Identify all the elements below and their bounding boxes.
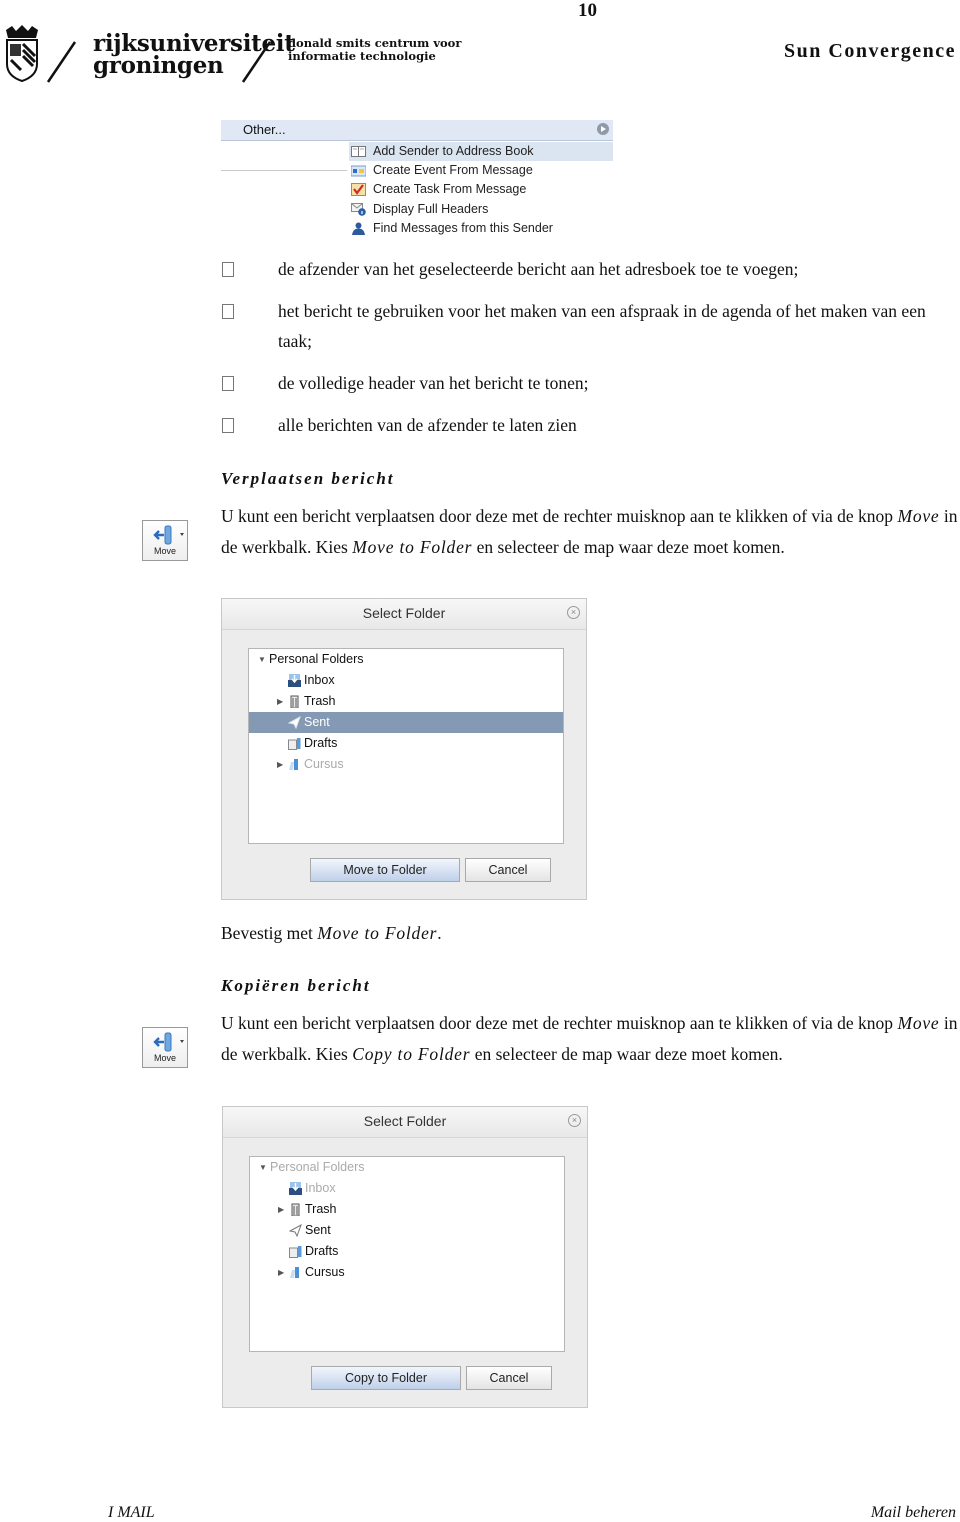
context-menu-screenshot: Other... Add Sender to Address Book Crea… xyxy=(221,120,613,242)
logo-university-name: rijksuniversiteit groningen xyxy=(93,30,295,79)
select-folder-dialog-move: Select Folder × ▼ Personal Folders Inbox… xyxy=(221,598,587,900)
tree-item-cursus[interactable]: ▶ Cursus xyxy=(249,754,563,775)
folder-tree: ▼ Personal Folders Inbox ▶ Trash Sent Dr… xyxy=(248,648,564,844)
folder-icon xyxy=(289,759,298,770)
trash-icon xyxy=(291,1203,300,1216)
sent-icon xyxy=(289,1224,302,1237)
expanded-triangle-icon: ▼ xyxy=(259,1163,267,1172)
tree-item-drafts[interactable]: Drafts xyxy=(249,733,563,754)
page-number: 10 xyxy=(578,0,597,21)
tree-item-inbox[interactable]: Inbox xyxy=(250,1178,564,1199)
cancel-button[interactable]: Cancel xyxy=(465,858,551,882)
menu-item-other[interactable]: Other... xyxy=(221,120,613,141)
section-title-move: Verplaatsen bericht xyxy=(221,469,395,488)
footer-chapter: I MAIL xyxy=(108,1504,155,1521)
close-icon[interactable]: × xyxy=(567,606,580,619)
slash-divider-icon xyxy=(46,41,77,83)
drafts-icon xyxy=(289,1246,302,1258)
sent-icon xyxy=(288,716,301,729)
bullet-icon xyxy=(222,376,234,391)
header-title: Sun Convergence xyxy=(784,40,956,62)
tree-item-cursus[interactable]: ▶ Cursus xyxy=(250,1262,564,1283)
bullet-text: de afzender van het geselecteerde berich… xyxy=(278,259,799,279)
tree-item-personal-folders[interactable]: ▼ Personal Folders xyxy=(250,1157,564,1178)
collapsed-triangle-icon: ▶ xyxy=(277,697,284,706)
dialog-title: Select Folder xyxy=(222,599,586,630)
copy-to-folder-button[interactable]: Copy to Folder xyxy=(311,1366,461,1390)
person-icon xyxy=(352,222,365,235)
confirm-text: Bevestig met Move to Folder. xyxy=(221,923,442,943)
trash-icon xyxy=(290,695,299,708)
footer-section: Mail beheren xyxy=(870,1504,956,1521)
bullet-icon xyxy=(222,262,234,277)
dropdown-arrow-icon xyxy=(180,1040,184,1043)
move-to-folder-button[interactable]: Move to Folder xyxy=(310,858,460,882)
bullet-text: het bericht te gebruiken voor het maken … xyxy=(278,301,926,351)
tree-item-sent[interactable]: Sent xyxy=(249,712,563,733)
tree-item-personal-folders[interactable]: ▼ Personal Folders xyxy=(249,649,563,670)
dialog-title: Select Folder xyxy=(223,1107,587,1138)
tree-item-drafts[interactable]: Drafts xyxy=(250,1241,564,1262)
dropdown-arrow-icon xyxy=(180,533,184,536)
headers-info-icon xyxy=(351,203,366,216)
logo-centre-name: donald smits centrum voor informatie tec… xyxy=(288,36,462,63)
collapsed-triangle-icon: ▶ xyxy=(278,1268,285,1277)
address-book-icon xyxy=(351,146,366,157)
move-icon xyxy=(153,1032,172,1052)
menu-item-find-messages[interactable]: Find Messages from this Sender xyxy=(349,219,613,238)
menu-item-create-task[interactable]: Create Task From Message xyxy=(349,180,613,199)
tree-item-trash[interactable]: ▶ Trash xyxy=(250,1199,564,1220)
menu-item-create-event[interactable]: Create Event From Message xyxy=(349,161,613,180)
bullet-icon xyxy=(222,304,234,319)
move-toolbar-button[interactable]: Move xyxy=(142,520,188,561)
section-title-copy: Kopiëren bericht xyxy=(221,976,371,995)
collapsed-triangle-icon: ▶ xyxy=(278,1205,285,1214)
drafts-icon xyxy=(288,738,301,750)
cancel-button[interactable]: Cancel xyxy=(466,1366,552,1390)
inbox-icon xyxy=(288,674,301,687)
move-icon xyxy=(153,525,172,545)
tree-item-trash[interactable]: ▶ Trash xyxy=(249,691,563,712)
bullet-text: de volledige header van het bericht te t… xyxy=(278,373,589,393)
close-icon[interactable]: × xyxy=(568,1114,581,1127)
collapsed-triangle-icon: ▶ xyxy=(277,760,284,769)
task-icon xyxy=(351,183,366,196)
folder-icon xyxy=(290,1267,299,1278)
folder-tree: ▼ Personal Folders Inbox ▶ Trash Sent Dr… xyxy=(249,1156,565,1352)
tree-item-inbox[interactable]: Inbox xyxy=(249,670,563,691)
calendar-event-icon xyxy=(351,165,366,177)
submenu-arrow-icon xyxy=(597,123,609,135)
inbox-icon xyxy=(289,1182,302,1195)
menu-item-display-headers[interactable]: Display Full Headers xyxy=(349,200,613,219)
crest-icon xyxy=(6,25,38,82)
move-toolbar-button[interactable]: Move xyxy=(142,1027,188,1068)
select-folder-dialog-copy: Select Folder × ▼ Personal Folders Inbox… xyxy=(222,1106,588,1408)
bullet-icon xyxy=(222,418,234,433)
tree-item-sent[interactable]: Sent xyxy=(250,1220,564,1241)
bullet-text: alle berichten van de afzender te laten … xyxy=(278,415,577,435)
menu-separator xyxy=(221,170,347,171)
move-instructions: U kunt een bericht verplaatsen door deze… xyxy=(221,506,958,557)
expanded-triangle-icon: ▼ xyxy=(258,655,266,664)
copy-instructions: U kunt een bericht verplaatsen door deze… xyxy=(221,1013,958,1064)
menu-item-add-sender[interactable]: Add Sender to Address Book xyxy=(349,142,613,161)
